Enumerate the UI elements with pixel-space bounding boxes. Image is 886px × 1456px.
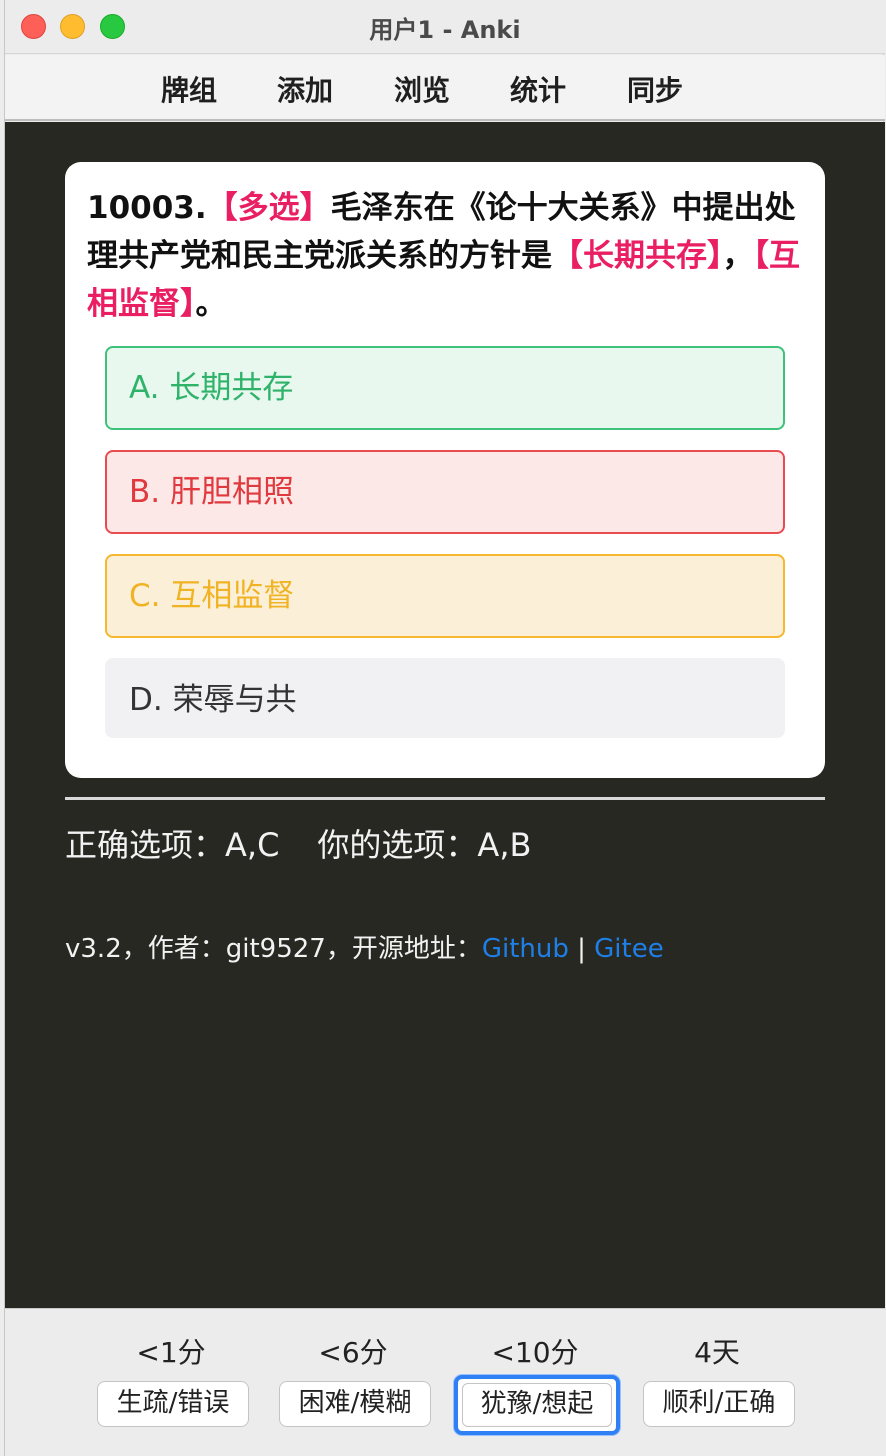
toolbar-browse[interactable]: 浏览 <box>394 69 450 109</box>
footer-separator: | <box>568 934 595 964</box>
anki-window: 用户1 - Anki 牌组 添加 浏览 统计 同步 10003.【多选】毛泽东在… <box>4 0 885 1456</box>
answer-blank-1: 【长期共存】 <box>552 238 723 274</box>
answer-divider <box>65 797 825 800</box>
question-period: 。 <box>195 286 227 322</box>
main-toolbar: 牌组 添加 浏览 统计 同步 <box>5 55 885 121</box>
github-link[interactable]: Github <box>482 934 569 964</box>
option-b[interactable]: B. 肝胆相照 <box>105 450 785 534</box>
interval-good: <10分 <box>491 1336 579 1369</box>
template-footer: v3.2，作者：git9527，开源地址：Github | Gitee <box>65 928 664 965</box>
toolbar-sync[interactable]: 同步 <box>627 69 683 109</box>
question-text: 10003.【多选】毛泽东在《论十大关系》中提出处理共产党和民主党派关系的方针是… <box>87 184 807 328</box>
again-button[interactable]: 生疏/错误 <box>97 1381 249 1427</box>
hard-button[interactable]: 困难/模糊 <box>279 1381 431 1427</box>
toolbar-decks[interactable]: 牌组 <box>161 69 217 109</box>
interval-hard: <6分 <box>318 1336 388 1369</box>
question-card: 10003.【多选】毛泽东在《论十大关系》中提出处理共产党和民主党派关系的方针是… <box>65 162 825 778</box>
gitee-link[interactable]: Gitee <box>594 934 664 964</box>
toolbar-stats[interactable]: 统计 <box>510 69 566 109</box>
footer-text: v3.2，作者：git9527，开源地址： <box>65 934 482 964</box>
interval-easy: 4天 <box>694 1336 740 1369</box>
question-comma: ， <box>722 238 754 274</box>
answer-summary: 正确选项：A,C 你的选项：A,B <box>65 820 569 866</box>
toolbar-add[interactable]: 添加 <box>277 69 333 109</box>
option-c[interactable]: C. 互相监督 <box>105 554 785 638</box>
window-title: 用户1 - Anki <box>369 16 521 44</box>
answer-bar: <1分 <6分 <10分 4天 生疏/错误 困难/模糊 犹豫/想起 顺利/正确 <box>5 1308 885 1456</box>
easy-button[interactable]: 顺利/正确 <box>643 1381 795 1427</box>
question-type-tag: 【多选】 <box>206 190 331 226</box>
question-number: 10003. <box>87 190 207 226</box>
title-bar: 用户1 - Anki <box>5 0 885 54</box>
correct-options: 正确选项：A,C <box>65 826 280 864</box>
option-a[interactable]: A. 长期共存 <box>105 346 785 430</box>
option-d[interactable]: D. 荣辱与共 <box>105 658 785 738</box>
interval-again: <1分 <box>136 1336 206 1369</box>
your-options: 你的选项：A,B <box>317 826 532 864</box>
good-button[interactable]: 犹豫/想起 <box>454 1375 620 1435</box>
good-button-label: 犹豫/想起 <box>462 1383 612 1427</box>
review-area: 10003.【多选】毛泽东在《论十大关系》中提出处理共产党和民主党派关系的方针是… <box>5 122 885 1308</box>
